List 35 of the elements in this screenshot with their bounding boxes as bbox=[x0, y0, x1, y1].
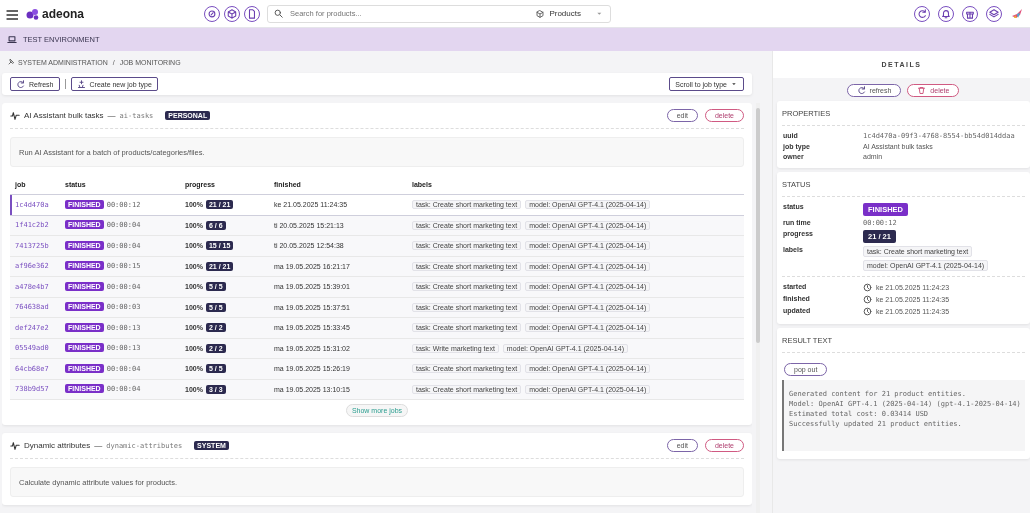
logo-text: adeona bbox=[42, 6, 84, 21]
cube-button[interactable] bbox=[224, 5, 240, 22]
pulse-icon bbox=[10, 440, 20, 451]
layers-icon bbox=[989, 8, 999, 19]
caret-icon bbox=[731, 80, 738, 88]
scope-dropdown[interactable]: Products bbox=[549, 9, 581, 18]
scrollbar[interactable] bbox=[756, 103, 760, 513]
bell-button[interactable] bbox=[938, 5, 954, 22]
cube-icon bbox=[536, 9, 545, 18]
search-icon bbox=[274, 9, 283, 18]
bell-icon bbox=[941, 8, 951, 19]
cube-icon bbox=[227, 8, 237, 19]
menu-icon bbox=[6, 7, 18, 20]
dash: — bbox=[107, 111, 116, 120]
logo-icon bbox=[26, 7, 39, 20]
document-button[interactable] bbox=[244, 5, 260, 22]
pulse-icon bbox=[10, 110, 20, 121]
gift-button[interactable] bbox=[962, 5, 978, 22]
job-type-title: Dynamic attributes bbox=[24, 441, 91, 450]
refresh-icon bbox=[16, 79, 25, 89]
layers-button[interactable] bbox=[986, 5, 1002, 22]
scrollbar-thumb[interactable] bbox=[756, 108, 760, 343]
history-button[interactable] bbox=[914, 5, 930, 22]
history-icon bbox=[917, 8, 927, 19]
compass-button[interactable] bbox=[204, 5, 220, 22]
clock-icon bbox=[863, 283, 872, 292]
dash: — bbox=[94, 441, 103, 450]
laptop-icon bbox=[7, 34, 17, 45]
refresh-icon bbox=[856, 86, 866, 95]
clock-icon bbox=[863, 307, 872, 316]
compass-icon bbox=[207, 8, 217, 19]
trash-icon bbox=[917, 86, 927, 95]
document-icon bbox=[247, 8, 257, 19]
clock-icon bbox=[863, 295, 872, 304]
job-type-title: AI Assistant bulk tasks bbox=[24, 111, 104, 120]
